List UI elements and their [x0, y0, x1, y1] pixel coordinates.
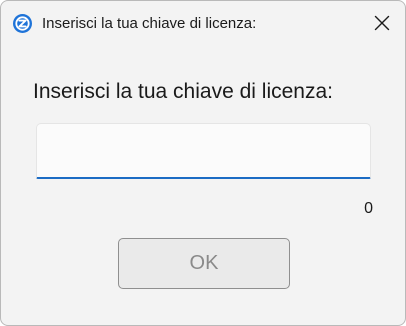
license-prompt-label: Inserisci la tua chiave di licenza:: [33, 80, 333, 103]
title-bar[interactable]: Inserisci la tua chiave di licenza:: [1, 1, 405, 45]
close-icon: [374, 15, 390, 31]
ok-button[interactable]: OK: [118, 238, 290, 289]
window-title: Inserisci la tua chiave di licenza:: [42, 15, 257, 32]
app-logo-icon: [13, 14, 32, 33]
license-key-input[interactable]: [36, 123, 371, 179]
license-dialog-window: Inserisci la tua chiave di licenza: Inse…: [0, 0, 406, 326]
close-button[interactable]: [359, 1, 405, 45]
character-counter: 0: [364, 200, 373, 217]
